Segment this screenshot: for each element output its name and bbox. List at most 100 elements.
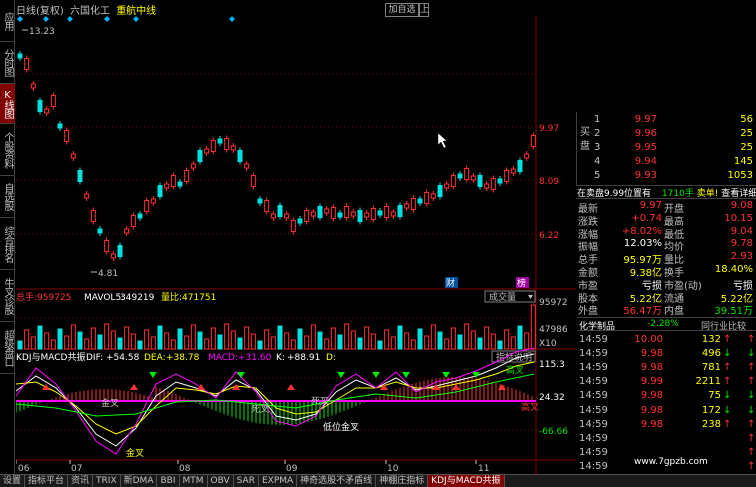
tab-profile[interactable]: 个股资料 — [0, 124, 15, 176]
macd-label: MACD: — [208, 353, 238, 363]
volume-bar — [217, 334, 223, 350]
level-volume: 1053 — [727, 170, 753, 181]
quote-value: 56.47万 — [623, 306, 662, 318]
event-marker — [229, 16, 235, 22]
ratio: 471751 — [182, 293, 216, 303]
volume-bar — [244, 326, 250, 350]
candle-body — [24, 58, 30, 70]
volume-bar — [304, 335, 310, 350]
watermark: www.7gpzb.com — [634, 457, 708, 467]
left-tab-bar: 应用 分时图 K线图 个股资料 自选股 综合排名 牛叉诊股 超级盘口 — [0, 0, 15, 474]
tick-row: 14:59 9.98 781 ↑ ↑ — [577, 362, 756, 375]
candle-body — [430, 193, 436, 199]
bottom-tab[interactable]: MTM — [180, 475, 208, 487]
bottom-tab[interactable]: 神棚庄指标 — [376, 475, 429, 487]
candle-body — [337, 212, 343, 218]
y-tick: 6.22 — [539, 231, 559, 241]
tab-watchlist[interactable]: 自选股 — [0, 176, 15, 218]
volume-bar — [257, 340, 263, 350]
tick-price: 10.00 — [634, 334, 663, 345]
order-book-level[interactable]: 5 9.93 1053 — [577, 170, 756, 183]
tick-volume: 238 — [701, 418, 721, 430]
bottom-tab[interactable]: 设置 — [0, 475, 26, 487]
volume-bar — [204, 338, 210, 350]
candle-body — [477, 175, 483, 187]
candle-body — [90, 210, 96, 222]
tab-kline[interactable]: K线图 — [0, 84, 15, 124]
sector-name[interactable]: 化学制品 — [579, 319, 615, 332]
volume-bar — [464, 323, 470, 350]
prev-button[interactable]: 上 — [419, 3, 429, 17]
bottom-tab[interactable]: OBV — [208, 475, 234, 487]
x-tick: 09 — [286, 464, 298, 474]
volume-bar — [270, 336, 276, 350]
bottom-tab[interactable]: 资讯 — [68, 475, 94, 487]
volume-bar — [497, 340, 503, 350]
candle-body — [184, 170, 190, 182]
sector-row: 化学制品 -2.28% 同行业比较 — [577, 317, 756, 332]
volume-bar — [110, 330, 116, 350]
tick-row: 14:59 10.00 132 ↑ ↑ — [577, 334, 756, 347]
chart-area[interactable]: 13.23 4.81 9.97 8.09 6.22 财 榜 总手:959725 … — [16, 16, 576, 474]
candle-body — [204, 148, 210, 154]
candle-body — [64, 130, 70, 142]
quote-row: 股本 5.22亿 流通 5.22亿 — [576, 290, 756, 305]
x-tick: 06 — [18, 464, 30, 474]
tick-direction-icon: ↑ — [723, 376, 732, 388]
candle-body — [284, 213, 290, 219]
buy-arrow-icon — [197, 384, 205, 390]
bottom-tab[interactable]: 指标平台 — [25, 475, 69, 487]
candle-body — [77, 170, 83, 182]
bottom-tab[interactable]: TRIX — [93, 475, 121, 487]
kdj-y-tick: 115.3 — [539, 360, 565, 370]
bottom-tab[interactable]: 神奇选股不矛盾线 — [297, 475, 377, 487]
add-watchlist-button[interactable]: 加自选 — [385, 3, 419, 17]
level-price: 9.97 — [634, 114, 657, 125]
bottom-tab[interactable]: BBI — [157, 475, 180, 487]
order-book-level[interactable]: 1 9.97 56 — [577, 114, 756, 127]
candle-body — [197, 150, 203, 162]
annotation: 高叉 — [506, 364, 524, 376]
tab-diagnosis[interactable]: 牛叉诊股 — [0, 270, 15, 322]
order-book-level[interactable]: 4 9.94 145 — [577, 156, 756, 169]
bottom-tab[interactable]: EXPMA — [259, 475, 298, 487]
order-book-level[interactable]: 3 9.95 25 — [577, 142, 756, 155]
tick-direction-icon: ↑ — [747, 446, 756, 458]
volume-bar — [477, 337, 483, 350]
candle-body — [104, 240, 110, 252]
candle-body — [30, 83, 36, 89]
tab-apps[interactable]: 应用 — [0, 0, 15, 42]
quote-value: 9.97 — [639, 200, 662, 211]
bottom-tab[interactable]: SAR — [234, 475, 259, 487]
candle-body — [297, 218, 303, 224]
order-book-level[interactable]: 2 9.96 25 — [577, 128, 756, 141]
candle-body — [357, 210, 363, 222]
industry-compare-button[interactable]: 同行业比较 — [701, 319, 746, 332]
candle-body — [290, 220, 296, 232]
tick-direction-icon: ↑ — [747, 376, 756, 388]
candle-body — [264, 200, 270, 212]
annotation: 死叉 — [311, 396, 329, 407]
x-tick: 10 — [387, 464, 399, 474]
tick-volume: 496 — [701, 348, 721, 360]
bottom-tab[interactable]: 新DMA — [121, 475, 158, 487]
tab-intraday[interactable]: 分时图 — [0, 42, 15, 84]
quote-value: 9.04 — [730, 225, 753, 237]
volume-bar — [310, 324, 316, 350]
volume-header: 总手:959725 — [16, 291, 71, 303]
volume-bar — [97, 334, 103, 350]
bottom-tab[interactable]: KDJ与MACD共振 — [428, 475, 505, 487]
volume-bar — [184, 335, 190, 350]
tab-ranking[interactable]: 综合排名 — [0, 218, 15, 270]
candle-body — [50, 95, 56, 107]
tab-super-panel[interactable]: 超级盘口 — [0, 322, 15, 374]
grid — [16, 73, 536, 431]
volume-bar — [350, 330, 356, 350]
event-marker — [67, 16, 73, 22]
tick-time: 14:59 — [579, 362, 608, 374]
volume-bar — [504, 329, 510, 350]
candle-body — [517, 160, 523, 172]
candle-body — [17, 53, 23, 59]
volume-bar — [290, 339, 296, 350]
quote-row: 金额 9.38亿 换手 18.40% — [576, 264, 756, 279]
